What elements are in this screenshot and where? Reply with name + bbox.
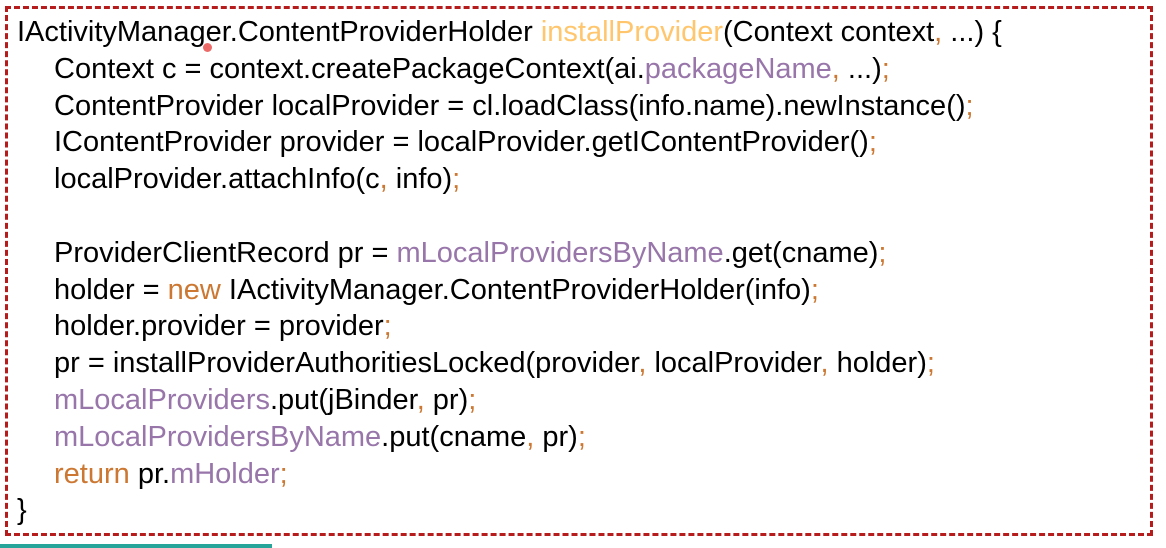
cursor-indicator (203, 43, 212, 52)
code-token-method: installProvider (540, 16, 723, 48)
code-token-plain: ...) (839, 52, 882, 85)
code-token-kw: return (54, 457, 130, 490)
code-line: ContentProvider localProvider = cl.loadC… (17, 88, 1002, 125)
code-token-plain: holder) (828, 347, 927, 380)
code-line: IActivityManager.ContentProviderHolder i… (17, 14, 1002, 51)
code-token-plain: (Context context (723, 16, 935, 48)
code-token-plain: .put(cname (381, 420, 527, 453)
code-token-field: packageName (644, 52, 832, 85)
code-token-plain: ProviderClientRecord pr = (54, 236, 397, 269)
code-token-plain: IContentProvider provider = localProvide… (54, 126, 869, 159)
code-token-punct: ; (810, 273, 819, 306)
code-token-plain: .put(jBinder (269, 383, 417, 416)
code-token-punct: , (934, 16, 943, 48)
code-line: mLocalProvidersByName.put(cname, pr); (17, 419, 1002, 456)
code-token-kw: new (167, 273, 221, 306)
code-token-plain: holder = (54, 273, 168, 306)
code-line: return pr.mHolder; (17, 456, 1002, 493)
code-line: } (17, 492, 1002, 529)
code-token-punct: , (379, 163, 388, 196)
code-token-plain: IActivityManager.ContentProviderHolder(i… (220, 273, 811, 306)
code-line: localProvider.attachInfo(c, info); (17, 161, 1002, 198)
code-line: IContentProvider provider = localProvide… (17, 124, 1002, 161)
code-line: pr = installProviderAuthoritiesLocked(pr… (17, 345, 1002, 382)
code-token-punct: , (820, 347, 829, 380)
code-line: mLocalProviders.put(jBinder, pr); (17, 382, 1002, 419)
code-token-plain: pr = installProviderAuthoritiesLocked(pr… (54, 347, 639, 380)
code-line: holder = new IActivityManager.ContentPro… (17, 272, 1002, 309)
code-token-punct: ; (926, 347, 935, 380)
code-token-plain: pr) (424, 383, 469, 416)
bottom-accent-bar (0, 544, 272, 548)
code-token-plain: localProvider.attachInfo(c (54, 163, 380, 196)
code-token-punct: , (416, 383, 425, 416)
code-token-plain: Context c = context.createPackageContext… (54, 52, 645, 85)
code-token-plain: ContentProvider localProvider = cl.loadC… (54, 89, 966, 122)
code-token-plain: pr) (534, 420, 578, 453)
code-line: ProviderClientRecord pr = mLocalProvider… (17, 235, 1002, 272)
code-token-punct: ; (452, 163, 461, 196)
code-token-plain: localProvider (646, 347, 821, 380)
code-token-plain: pr. (129, 457, 171, 490)
code-token-plain: .get(cname) (723, 236, 879, 269)
code-token-plain: info) (387, 163, 453, 196)
code-token-field: mLocalProvidersByName (54, 420, 382, 453)
code-token-plain: IActivityManager.ContentProviderHolder (17, 16, 541, 48)
code-token-punct: ; (878, 236, 887, 269)
code-token-punct: ; (279, 457, 288, 490)
code-token-field: mLocalProviders (54, 383, 270, 416)
code-token-field: mLocalProvidersByName (396, 236, 724, 269)
code-token-plain: holder.provider = provider (54, 310, 384, 343)
code-token-punct: ; (468, 383, 477, 416)
code-token-punct: , (831, 52, 840, 85)
code-token-plain: ...) { (942, 16, 1002, 48)
code-token-field: mHolder (170, 457, 280, 490)
code-line: holder.provider = provider; (17, 308, 1002, 345)
code-block: IActivityManager.ContentProviderHolder i… (17, 14, 1002, 529)
code-token-punct: ; (868, 126, 877, 159)
code-token-punct: ; (881, 52, 890, 85)
code-token-punct: ; (383, 310, 392, 343)
code-token-plain: } (17, 494, 27, 527)
code-token-punct: ; (965, 89, 974, 122)
code-line: Context c = context.createPackageContext… (17, 51, 1002, 88)
code-token-punct: ; (577, 420, 586, 453)
